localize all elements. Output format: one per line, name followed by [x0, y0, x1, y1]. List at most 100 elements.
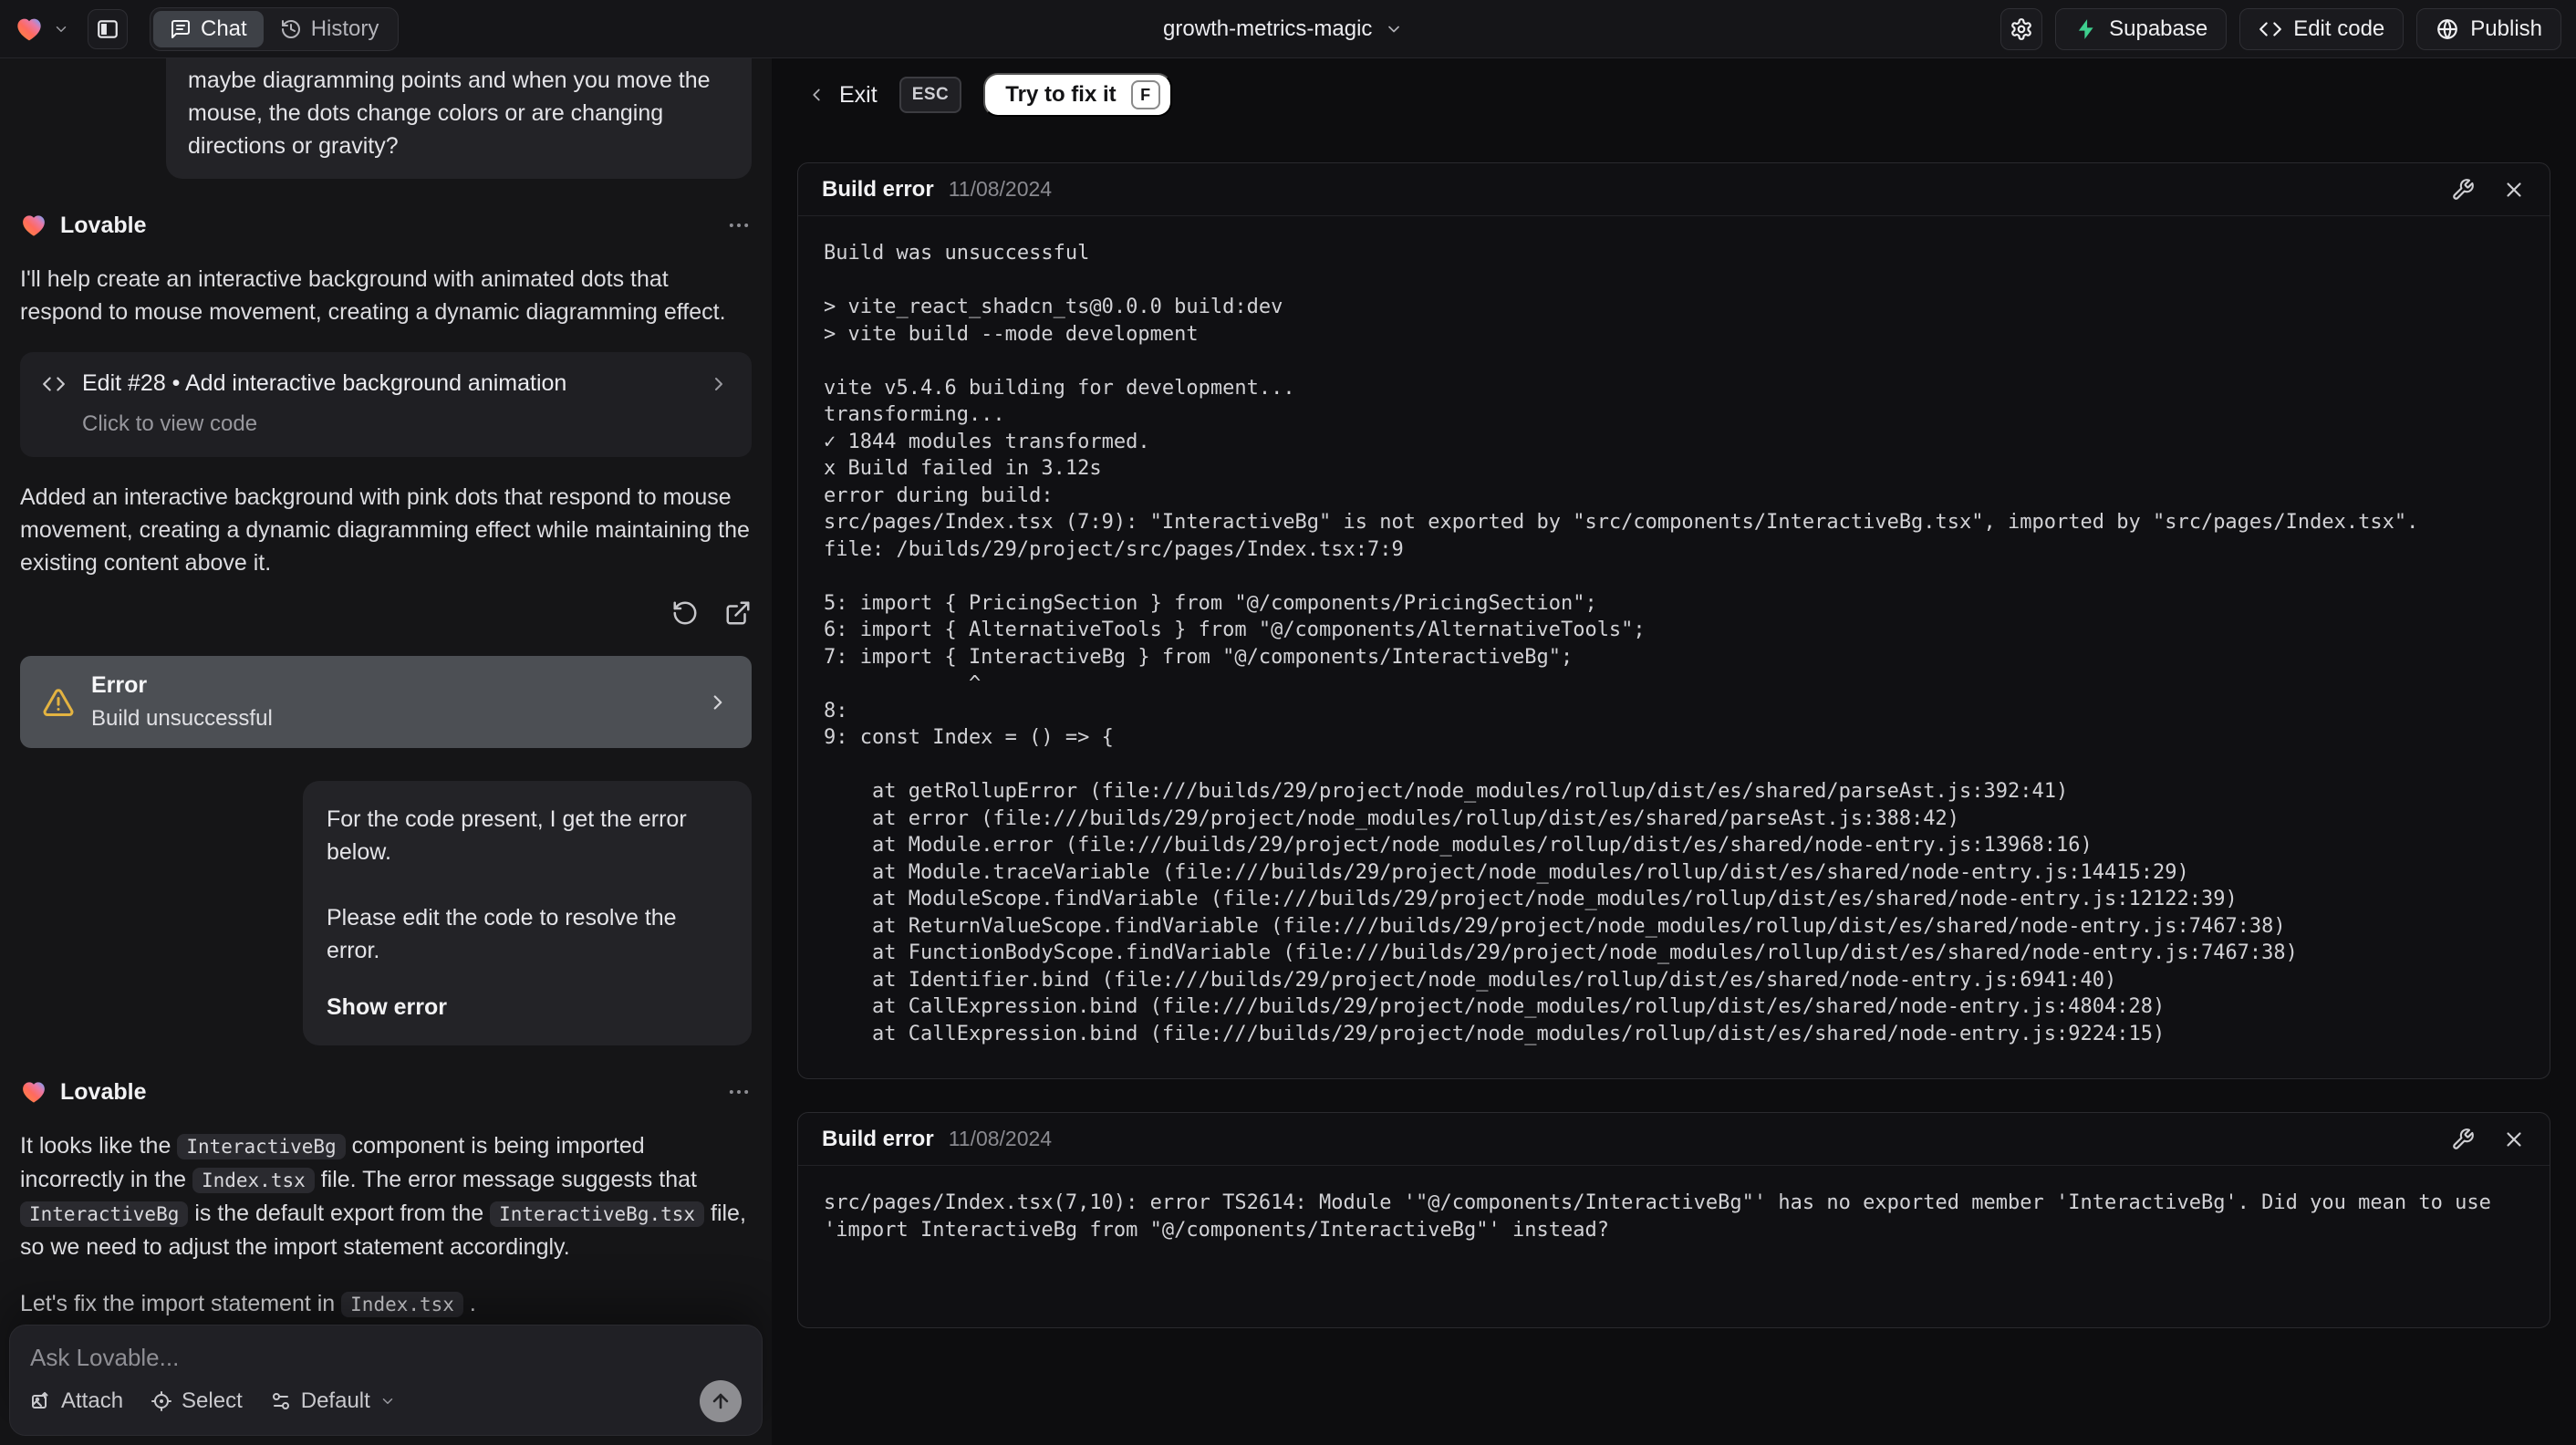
sidebar-toggle-button[interactable]: [88, 8, 128, 49]
attach-button[interactable]: Attach: [30, 1388, 123, 1414]
lovable-avatar-heart-icon: [20, 212, 47, 239]
build-error-card[interactable]: Error Build unsuccessful: [20, 656, 752, 748]
gear-icon: [2010, 17, 2033, 41]
close-icon[interactable]: [2502, 178, 2526, 202]
top-bar-left: Chat History: [15, 6, 400, 51]
build-error-date: 11/08/2024: [948, 1127, 1053, 1150]
send-button[interactable]: [700, 1380, 742, 1422]
edit-code-button[interactable]: Edit code: [2239, 7, 2405, 50]
build-error-panel-1-header: Build error 11/08/2024: [798, 163, 2550, 216]
wrench-icon[interactable]: [2451, 1128, 2475, 1151]
publish-label: Publish: [2470, 16, 2542, 41]
tab-chat-label: Chat: [201, 16, 247, 41]
edit-code-label: Edit code: [2293, 16, 2385, 41]
error-card-title: Error: [91, 672, 148, 698]
message-action-row: [20, 599, 752, 627]
exit-button[interactable]: Exit: [806, 82, 878, 109]
build-error-log[interactable]: Build was unsuccessful > vite_react_shad…: [798, 216, 2550, 1078]
chat-panel: maybe diagramming points and when you mo…: [0, 58, 772, 1445]
chat-input[interactable]: [30, 1344, 742, 1372]
top-bar: Chat History growth-metrics-magic Supaba…: [0, 0, 2576, 58]
chevron-left-icon: [806, 85, 826, 105]
f-key-badge: F: [1130, 80, 1160, 109]
main-area: maybe diagramming points and when you mo…: [0, 58, 2576, 1445]
message-menu-ellipsis-icon[interactable]: [726, 1079, 752, 1105]
user-error-line-2: Please edit the code to resolve the erro…: [327, 905, 677, 963]
error-card-text: Error Build unsuccessful: [91, 672, 273, 732]
chat-composer: Attach Select Default: [9, 1325, 763, 1436]
settings-button[interactable]: [2000, 7, 2043, 50]
user-message-text: maybe diagramming points and when you mo…: [188, 68, 711, 159]
assistant-message-header: Lovable: [20, 1078, 752, 1106]
chat-scroll-area[interactable]: maybe diagramming points and when you mo…: [0, 58, 772, 1317]
image-upload-icon: [30, 1390, 52, 1412]
build-error-date: 11/08/2024: [948, 177, 1053, 201]
app-window: Chat History growth-metrics-magic Supaba…: [0, 0, 2576, 1445]
attach-label: Attach: [61, 1388, 124, 1413]
lovable-heart-icon[interactable]: [15, 15, 44, 44]
tab-history[interactable]: History: [264, 11, 396, 47]
try-to-fix-button[interactable]: Try to fix it F: [983, 73, 1172, 117]
user-message-bubble: maybe diagramming points and when you mo…: [166, 58, 752, 179]
arrow-up-icon: [710, 1390, 732, 1412]
lovable-avatar-heart-icon: [20, 1078, 47, 1106]
panel-left-icon: [96, 17, 119, 41]
assistant-fix-paragraph-1: It looks like the InteractiveBg componen…: [20, 1133, 746, 1260]
select-button[interactable]: Select: [151, 1388, 243, 1414]
project-chevron-down-icon: [1385, 20, 1403, 38]
restore-icon[interactable]: [671, 599, 699, 627]
preview-panel: Exit ESC Try to fix it F Build error 11/…: [772, 58, 2576, 1445]
build-error-panel-actions: [2451, 178, 2526, 202]
assistant-fix-paragraph-2: Let's fix the import statement in Index.…: [20, 1291, 476, 1317]
wrench-icon[interactable]: [2451, 178, 2475, 202]
error-card-subtitle: Build unsuccessful: [91, 706, 273, 731]
chevron-right-icon: [708, 373, 730, 395]
select-label: Select: [182, 1388, 243, 1413]
build-error-panel-1: Build error 11/08/2024 Build was unsucce…: [797, 162, 2550, 1079]
publish-button[interactable]: Publish: [2416, 7, 2561, 50]
chat-history-segmented-control: Chat History: [150, 6, 400, 51]
close-icon[interactable]: [2502, 1128, 2526, 1151]
sliders-icon: [270, 1390, 292, 1412]
tab-history-label: History: [310, 16, 379, 41]
mode-dropdown[interactable]: Default: [270, 1388, 396, 1414]
project-switcher[interactable]: growth-metrics-magic: [1163, 0, 1403, 58]
warning-triangle-icon: [42, 686, 75, 719]
build-error-title: Build error: [822, 1126, 934, 1151]
project-name: growth-metrics-magic: [1163, 16, 1373, 41]
build-error-log[interactable]: src/pages/Index.tsx(7,10): error TS2614:…: [798, 1166, 2550, 1327]
message-menu-ellipsis-icon[interactable]: [726, 213, 752, 238]
open-preview-external-link-icon[interactable]: [724, 599, 752, 627]
code-brackets-icon: [42, 372, 66, 396]
edit-card-28-title: Edit #28 • Add interactive background an…: [82, 370, 567, 396]
build-error-title: Build error: [822, 176, 934, 202]
tab-chat[interactable]: Chat: [153, 10, 264, 47]
chevron-down-icon: [379, 1393, 396, 1409]
assistant-summary-text: Added an interactive background with pin…: [20, 484, 750, 576]
esc-key-badge: ESC: [898, 77, 962, 113]
show-error-link[interactable]: Show error: [327, 991, 728, 1024]
preview-header: Exit ESC Try to fix it F: [772, 58, 2576, 131]
globe-icon: [2436, 17, 2459, 41]
locate-icon: [151, 1390, 172, 1412]
try-to-fix-label: Try to fix it: [1005, 82, 1117, 107]
supabase-button[interactable]: Supabase: [2055, 7, 2228, 50]
build-error-panel-2: Build error 11/08/2024 src/pages/Index.t…: [797, 1112, 2550, 1328]
composer-toolbar: Attach Select Default: [30, 1380, 742, 1422]
build-error-panel-actions: [2451, 1128, 2526, 1151]
chevron-right-icon: [706, 691, 730, 714]
code-brackets-icon: [2259, 17, 2282, 41]
assistant-message-header: Lovable: [20, 212, 752, 239]
assistant-name: Lovable: [60, 1078, 147, 1105]
message-square-icon: [170, 18, 192, 40]
top-bar-right: Supabase Edit code Publish: [2000, 7, 2561, 50]
supabase-label: Supabase: [2109, 16, 2208, 41]
mode-label: Default: [300, 1388, 370, 1413]
exit-label: Exit: [839, 81, 878, 108]
logo-chevron-down-icon[interactable]: [53, 21, 69, 37]
edit-card-28[interactable]: Edit #28 • Add interactive background an…: [20, 352, 752, 457]
edit-card-28-row: Edit #28 • Add interactive background an…: [42, 370, 730, 397]
history-clock-icon: [280, 18, 302, 40]
supabase-bolt-icon: [2074, 17, 2098, 41]
edit-card-28-subtitle: Click to view code: [82, 411, 258, 436]
